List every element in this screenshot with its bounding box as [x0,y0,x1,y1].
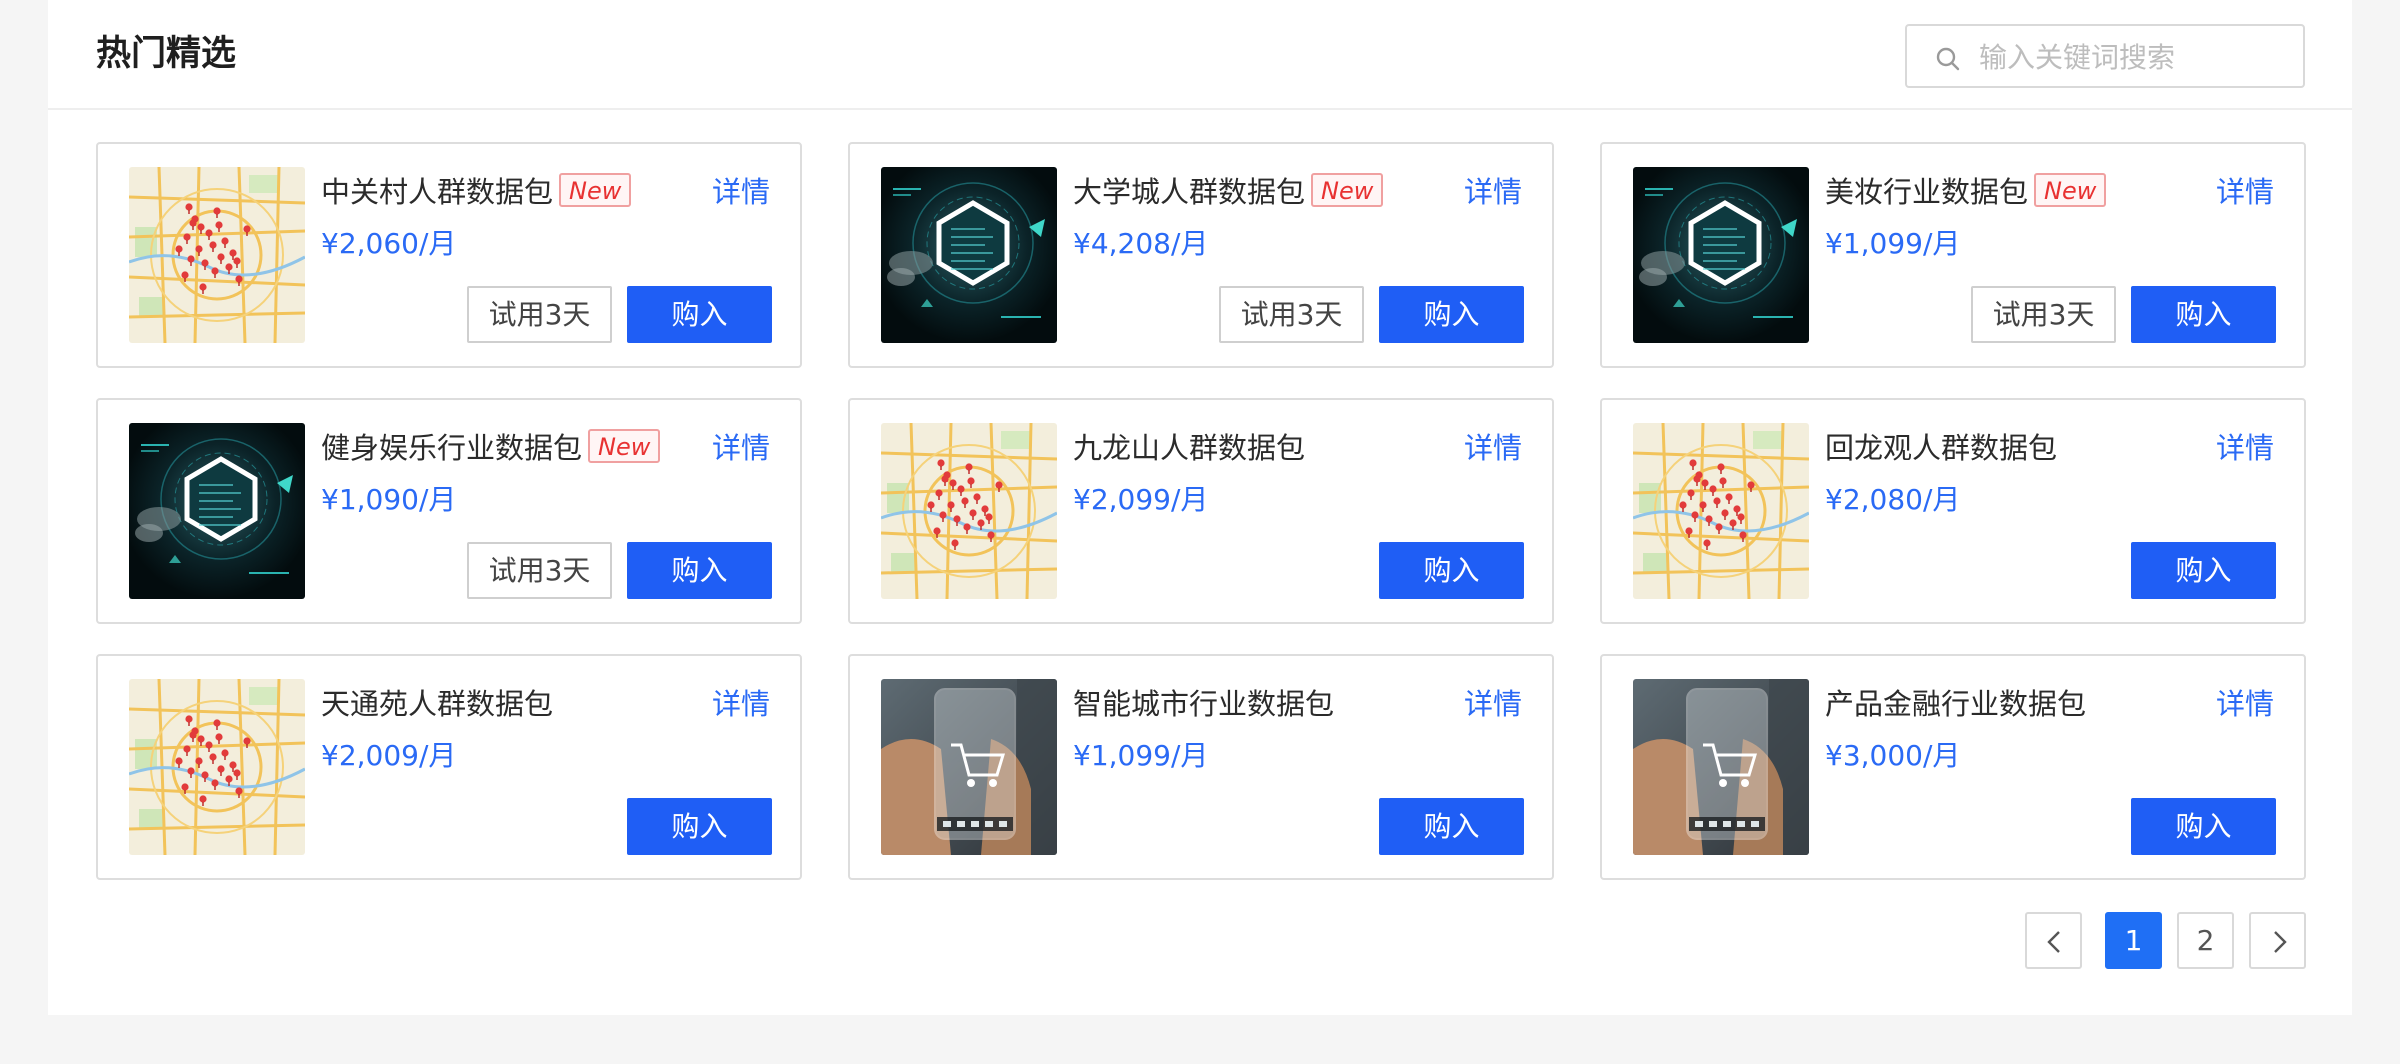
page-title: 热门精选 [96,34,237,74]
product-price: ¥2,080/月 [1825,483,1961,516]
product-price: ¥1,090/月 [321,483,457,516]
product-name: 智能城市行业数据包 [1073,682,1334,726]
chevron-left-icon [2047,931,2060,953]
product-grid: 中关村人群数据包 New 详情 ¥2,060/月 试用3天 购入 大学城人群数据包 New 详情… [96,142,2306,882]
product-name-text: 中关村人群数据包 [321,175,554,209]
prev-page-button[interactable] [2025,912,2082,969]
page-2-button[interactable]: 2 [2177,912,2234,969]
product-name-text: 大学城人群数据包 [1073,175,1306,209]
product-card: 美妆行业数据包 New 详情 ¥1,099/月 试用3天 购入 [1600,142,2306,368]
buy-button[interactable]: 购入 [627,286,772,343]
product-card: 健身娱乐行业数据包 New 详情 ¥1,090/月 试用3天 购入 [96,398,802,624]
product-name-text: 美妆行业数据包 [1825,175,2029,209]
map-thumbnail [1633,423,1809,599]
trial-button[interactable]: 试用3天 [467,286,612,343]
detail-link[interactable]: 详情 [712,682,770,726]
buy-button[interactable]: 购入 [627,542,772,599]
phone-cart-thumbnail [881,679,1057,855]
product-card: 天通苑人群数据包 详情 ¥2,009/月购入 [96,654,802,880]
search-box[interactable] [1905,24,2305,88]
map-thumbnail [881,423,1057,599]
page-1-button[interactable]: 1 [2105,912,2162,969]
panel-header: 热门精选 [48,0,2352,110]
buy-button[interactable]: 购入 [1379,286,1524,343]
detail-link[interactable]: 详情 [2216,170,2274,214]
product-name: 回龙观人群数据包 [1825,426,2057,470]
buy-button[interactable]: 购入 [2131,286,2276,343]
product-name-text: 产品金融行业数据包 [1825,687,2087,721]
detail-link[interactable]: 详情 [712,426,770,470]
search-icon [1936,47,1960,71]
product-price: ¥2,009/月 [321,739,457,772]
product-price: ¥4,208/月 [1073,227,1209,260]
product-name-text: 天通苑人群数据包 [321,687,554,721]
new-badge: New [588,429,661,463]
tech-hexagon-thumbnail [881,167,1057,343]
new-badge: New [2034,173,2107,207]
product-card: 回龙观人群数据包 详情 ¥2,080/月购入 [1600,398,2306,624]
trial-button[interactable]: 试用3天 [467,542,612,599]
detail-link[interactable]: 详情 [1464,426,1522,470]
search-input[interactable] [1977,34,2291,80]
product-card: 中关村人群数据包 New 详情 ¥2,060/月 试用3天 购入 [96,142,802,368]
buy-button[interactable]: 购入 [1379,798,1524,855]
product-name: 九龙山人群数据包 [1073,426,1305,470]
detail-link[interactable]: 详情 [1464,682,1522,726]
trial-button[interactable]: 试用3天 [1971,286,2116,343]
product-card: 产品金融行业数据包 详情 ¥3,000/月购入 [1600,654,2306,880]
tech-hexagon-thumbnail [129,423,305,599]
product-price: ¥1,099/月 [1825,227,1961,260]
new-badge: New [1311,173,1384,207]
product-price: ¥2,099/月 [1073,483,1209,516]
product-price: ¥2,060/月 [321,227,457,260]
chevron-right-icon [2274,931,2287,953]
product-card: 智能城市行业数据包 详情 ¥1,099/月购入 [848,654,1554,880]
product-name-text: 九龙山人群数据包 [1073,431,1306,465]
product-card: 大学城人群数据包 New 详情 ¥4,208/月 试用3天 购入 [848,142,1554,368]
hot-picks-panel: 热门精选 中关村人群数据包New详情¥2,060/月试用3天购入大学城人群数据包… [48,0,2352,1015]
product-name-text: 健身娱乐行业数据包 [321,431,583,465]
detail-link[interactable]: 详情 [2216,682,2274,726]
buy-button[interactable]: 购入 [2131,798,2276,855]
tech-hexagon-thumbnail [1633,167,1809,343]
new-badge: New [559,173,632,207]
map-thumbnail [129,679,305,855]
next-page-button[interactable] [2249,912,2306,969]
buy-button[interactable]: 购入 [1379,542,1524,599]
product-price: ¥3,000/月 [1825,739,1961,772]
product-name-text: 回龙观人群数据包 [1825,431,2058,465]
map-thumbnail [129,167,305,343]
product-name: 中关村人群数据包 New [321,170,632,214]
product-name: 美妆行业数据包 New [1825,170,2107,214]
product-name: 大学城人群数据包 New [1073,170,1384,214]
product-name: 健身娱乐行业数据包 New [321,426,661,470]
buy-button[interactable]: 购入 [627,798,772,855]
detail-link[interactable]: 详情 [712,170,770,214]
detail-link[interactable]: 详情 [2216,426,2274,470]
product-name: 天通苑人群数据包 [321,682,553,726]
phone-cart-thumbnail [1633,679,1809,855]
trial-button[interactable]: 试用3天 [1219,286,1364,343]
product-price: ¥1,099/月 [1073,739,1209,772]
buy-button[interactable]: 购入 [2131,542,2276,599]
product-card: 九龙山人群数据包 详情 ¥2,099/月购入 [848,398,1554,624]
detail-link[interactable]: 详情 [1464,170,1522,214]
product-name-text: 智能城市行业数据包 [1073,687,1335,721]
product-name: 产品金融行业数据包 [1825,682,2086,726]
